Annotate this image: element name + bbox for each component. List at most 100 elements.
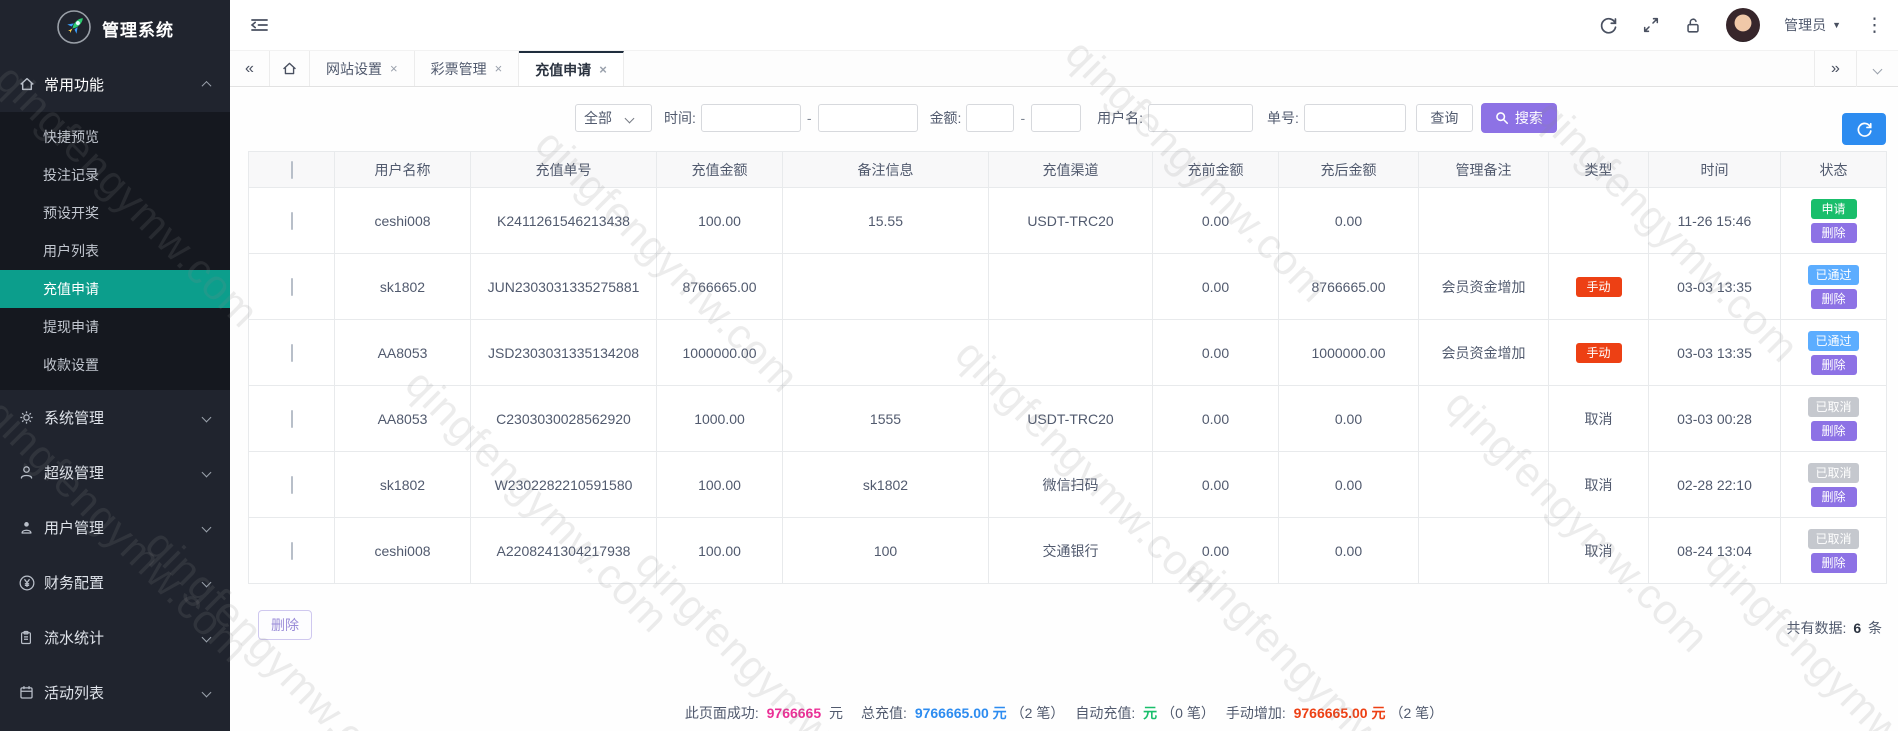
logo: 管理系统 — [0, 0, 230, 56]
select-all-checkbox[interactable] — [291, 161, 293, 179]
status-badge[interactable]: 已通过 — [1808, 265, 1858, 285]
home-tab[interactable] — [270, 51, 310, 86]
column-header: 时间 — [1649, 152, 1781, 188]
channel-cell — [989, 320, 1153, 386]
delete-button[interactable]: 删除 — [1811, 487, 1857, 507]
username-cell: ceshi008 — [335, 518, 471, 584]
sidebar-group-users[interactable]: 用户管理 — [0, 500, 230, 555]
bulk-delete-button[interactable]: 删除 — [258, 610, 312, 640]
more-options-icon[interactable]: ⋮ — [1865, 14, 1884, 37]
sidebar-item-user-list[interactable]: 用户列表 — [0, 232, 230, 270]
avatar[interactable] — [1726, 8, 1760, 42]
sidebar-group-super[interactable]: 超级管理 — [0, 445, 230, 500]
delete-button[interactable]: 删除 — [1811, 289, 1857, 309]
row-select-cell — [249, 386, 335, 452]
refresh-icon[interactable] — [1599, 16, 1618, 35]
row-checkbox[interactable] — [291, 212, 293, 230]
sidebar-group-label: 活动列表 — [44, 682, 203, 703]
sidebar-item-payment-settings[interactable]: 收款设置 — [0, 346, 230, 384]
gear-icon — [18, 409, 44, 426]
close-tab-icon[interactable]: × — [495, 61, 503, 76]
close-tab-icon[interactable]: × — [599, 62, 607, 77]
search-button[interactable]: 搜索 — [1481, 103, 1557, 133]
row-checkbox[interactable] — [291, 476, 293, 494]
sidebar-item-withdraw-requests[interactable]: 提现申请 — [0, 308, 230, 346]
channel-cell: 微信扫码 — [989, 452, 1153, 518]
chevron-down-icon — [202, 578, 212, 588]
balance-before-cell: 0.00 — [1153, 254, 1279, 320]
amount-from-input[interactable] — [966, 104, 1014, 132]
column-header: 充值金额 — [657, 152, 783, 188]
summary-part: （2 笔） — [1389, 705, 1443, 721]
order-input[interactable] — [1304, 104, 1406, 132]
delete-button[interactable]: 删除 — [1811, 223, 1857, 243]
status-badge[interactable]: 已取消 — [1808, 529, 1858, 549]
status-badge[interactable]: 申请 — [1811, 199, 1857, 219]
balance-before-cell: 0.00 — [1153, 320, 1279, 386]
filter-bar: 全部 时间: - 金额: - 用户名: 单号: 查询 搜索 — [575, 103, 1557, 133]
username-cell: AA8053 — [335, 320, 471, 386]
lock-icon[interactable] — [1684, 16, 1702, 35]
row-checkbox[interactable] — [291, 278, 293, 296]
collapse-menu-icon[interactable] — [248, 14, 270, 36]
query-button[interactable]: 查询 — [1416, 104, 1473, 132]
balance-before-cell: 0.00 — [1153, 452, 1279, 518]
status-cell: 已取消删除 — [1781, 518, 1887, 584]
delete-button[interactable]: 删除 — [1811, 421, 1857, 441]
delete-button[interactable]: 删除 — [1811, 355, 1857, 375]
tabs-scroll-left-icon[interactable]: « — [230, 51, 270, 86]
sidebar-group-activity-list[interactable]: 活动列表 — [0, 665, 230, 720]
time-to-input[interactable] — [818, 104, 918, 132]
sidebar-group-common[interactable]: 常用功能 — [0, 56, 230, 112]
user-menu[interactable]: 管理员 ▼ — [1784, 15, 1841, 35]
user-name-label: 管理员 — [1784, 15, 1826, 35]
close-tab-icon[interactable]: × — [390, 61, 398, 76]
row-select-cell — [249, 320, 335, 386]
time-from-input[interactable] — [701, 104, 801, 132]
admin-note-cell — [1419, 518, 1549, 584]
row-checkbox[interactable] — [291, 344, 293, 362]
tabs-scroll-right-icon[interactable]: » — [1814, 51, 1856, 87]
row-checkbox[interactable] — [291, 542, 293, 560]
sidebar-group-finance[interactable]: 财务配置 — [0, 555, 230, 610]
tab-recharge-requests[interactable]: 充值申请× — [519, 51, 624, 86]
delete-button[interactable]: 删除 — [1811, 553, 1857, 573]
summary-part: 元 — [1143, 705, 1157, 721]
status-badge[interactable]: 已取消 — [1808, 397, 1858, 417]
row-checkbox[interactable] — [291, 410, 293, 428]
sidebar-group-flow-stats[interactable]: 流水统计 — [0, 610, 230, 665]
fullscreen-icon[interactable] — [1642, 16, 1660, 34]
app-title: 管理系统 — [102, 16, 174, 41]
table-refresh-button[interactable] — [1842, 113, 1886, 145]
chevron-down-icon — [625, 113, 635, 123]
yen-icon — [18, 574, 44, 592]
chevron-down-icon — [202, 688, 212, 698]
type-badge: 手动 — [1576, 343, 1622, 363]
status-badge[interactable]: 已取消 — [1808, 463, 1858, 483]
sidebar-item-quick-preview[interactable]: 快捷预览 — [0, 118, 230, 156]
sidebar-group-system[interactable]: 系统管理 — [0, 390, 230, 445]
tab-site-settings[interactable]: 网站设置× — [310, 51, 415, 86]
status-select[interactable]: 全部 — [575, 104, 652, 132]
status-cell: 已取消删除 — [1781, 452, 1887, 518]
amount-cell: 100.00 — [657, 452, 783, 518]
username-input[interactable] — [1148, 104, 1253, 132]
tab-lottery-management[interactable]: 彩票管理× — [415, 51, 520, 86]
calendar-icon — [18, 684, 44, 701]
status-badge[interactable]: 已通过 — [1808, 331, 1858, 351]
clipboard-icon — [18, 629, 44, 646]
balance-after-cell: 0.00 — [1279, 452, 1419, 518]
amount-to-input[interactable] — [1031, 104, 1081, 132]
summary-part: 手动增加: — [1212, 705, 1290, 721]
order-label: 单号: — [1267, 108, 1299, 128]
order-number-cell: A2208241304217938 — [471, 518, 657, 584]
sidebar-item-recharge-requests[interactable]: 充值申请 — [0, 270, 230, 308]
sidebar-group-label: 系统管理 — [44, 407, 203, 428]
order-number-cell: JSD2303031335134208 — [471, 320, 657, 386]
sidebar-item-preset-draw[interactable]: 预设开奖 — [0, 194, 230, 232]
tabs-menu-icon[interactable] — [1856, 51, 1898, 87]
channel-cell — [989, 254, 1153, 320]
channel-cell: 交通银行 — [989, 518, 1153, 584]
sidebar-item-bet-records[interactable]: 投注记录 — [0, 156, 230, 194]
type-cell: 取消 — [1549, 518, 1649, 584]
